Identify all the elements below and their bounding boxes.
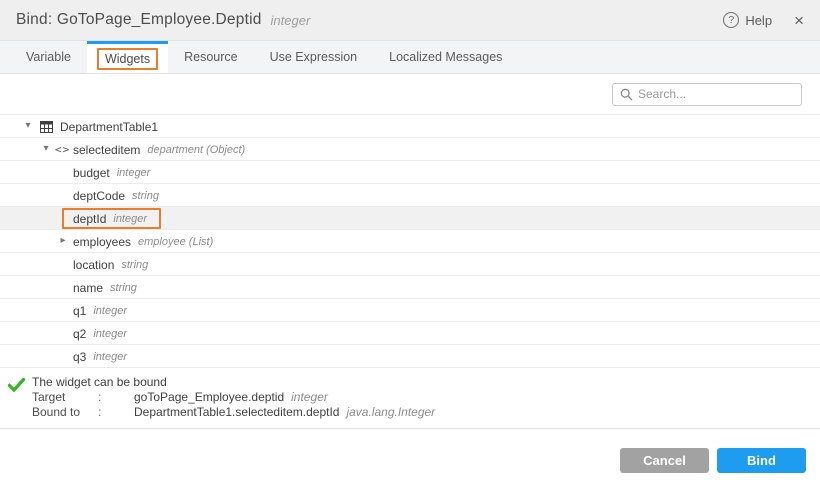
node-label: q1 bbox=[73, 304, 86, 318]
status-row-bound-to: Bound to:DepartmentTable1.selecteditem.d… bbox=[0, 405, 820, 420]
status-value-type: integer bbox=[291, 390, 328, 405]
node-label-wrap: selecteditem department (Object) bbox=[73, 138, 245, 161]
annotation-box: deptId integer bbox=[62, 208, 161, 229]
status-value-type: java.lang.Integer bbox=[346, 405, 435, 420]
node-label: budget bbox=[73, 166, 110, 180]
search-icon bbox=[620, 88, 633, 101]
tree-row-q2[interactable]: q2 integer bbox=[0, 322, 820, 345]
status-label: Bound to bbox=[0, 405, 98, 420]
node-type: integer bbox=[113, 213, 147, 225]
table-icon bbox=[40, 115, 53, 138]
status-value: goToPage_Employee.deptid bbox=[134, 390, 284, 405]
node-label-wrap: name string bbox=[73, 276, 137, 299]
bind-button[interactable]: Bind bbox=[717, 448, 806, 473]
node-label-wrap: q2 integer bbox=[73, 322, 127, 345]
tree-row-location[interactable]: location string bbox=[0, 253, 820, 276]
help-button[interactable]: ? Help bbox=[723, 12, 772, 28]
caret-right-icon[interactable]: ▸ bbox=[57, 230, 69, 252]
status-colon: : bbox=[98, 390, 134, 405]
cancel-button[interactable]: Cancel bbox=[620, 448, 709, 473]
node-label: q2 bbox=[73, 327, 86, 341]
node-label-wrap: location string bbox=[73, 253, 148, 276]
search-row bbox=[0, 74, 820, 114]
tab-resource[interactable]: Resource bbox=[168, 41, 254, 73]
node-label-wrap: q1 integer bbox=[73, 299, 127, 322]
node-label-wrap: budget integer bbox=[73, 161, 150, 184]
close-icon[interactable]: × bbox=[794, 12, 804, 29]
node-label: DepartmentTable1 bbox=[60, 120, 158, 134]
node-type: string bbox=[121, 259, 148, 271]
status-value: DepartmentTable1.selecteditem.deptId bbox=[134, 405, 339, 420]
caret-down-icon[interactable]: ▾ bbox=[40, 138, 52, 160]
tree-row-budget[interactable]: budget integer bbox=[0, 161, 820, 184]
node-label: name bbox=[73, 281, 103, 295]
tree-row-DepartmentTable1[interactable]: ▾ DepartmentTable1 bbox=[0, 115, 820, 138]
bind-status: The widget can be bound Target:goToPage_… bbox=[0, 368, 820, 429]
caret-down-icon[interactable]: ▾ bbox=[22, 115, 34, 137]
node-label-wrap: DepartmentTable1 bbox=[60, 115, 158, 138]
tab-label: Widgets bbox=[97, 48, 158, 70]
tree-row-q1[interactable]: q1 integer bbox=[0, 299, 820, 322]
tree-row-employees[interactable]: ▸ employees employee (List) bbox=[0, 230, 820, 253]
dialog-title: Bind: GoToPage_Employee.Deptid bbox=[16, 11, 262, 29]
tab-localized-messages[interactable]: Localized Messages bbox=[373, 41, 518, 73]
dialog-header: Bind: GoToPage_Employee.Deptid integer ?… bbox=[0, 0, 820, 41]
search-input[interactable] bbox=[638, 87, 794, 101]
tab-label: Use Expression bbox=[270, 50, 358, 64]
node-label: employees bbox=[73, 235, 131, 249]
node-label: q3 bbox=[73, 350, 86, 364]
dialog-title-type: integer bbox=[271, 13, 311, 28]
help-icon: ? bbox=[723, 12, 739, 28]
node-label: deptId bbox=[73, 212, 106, 226]
object-icon: <> bbox=[55, 138, 70, 161]
search-box[interactable] bbox=[612, 83, 802, 106]
node-label-wrap: q3 integer bbox=[73, 345, 127, 368]
node-type: department (Object) bbox=[147, 144, 245, 156]
node-label: deptCode bbox=[73, 189, 125, 203]
tree-row-name[interactable]: name string bbox=[0, 276, 820, 299]
node-type: integer bbox=[93, 305, 127, 317]
node-label: selecteditem bbox=[73, 143, 140, 157]
status-message: The widget can be bound bbox=[0, 375, 820, 390]
button-bar: Cancel Bind bbox=[0, 431, 820, 487]
tab-variable[interactable]: Variable bbox=[10, 41, 87, 73]
tab-label: Localized Messages bbox=[389, 50, 502, 64]
binding-tree: ▾DepartmentTable1▾<>selecteditemdepartme… bbox=[0, 114, 820, 368]
node-label-wrap: employees employee (List) bbox=[73, 230, 213, 253]
tab-widgets[interactable]: Widgets bbox=[87, 41, 168, 73]
help-label: Help bbox=[745, 13, 772, 28]
tab-label: Resource bbox=[184, 50, 238, 64]
node-type: integer bbox=[117, 167, 151, 179]
tree-row-deptId[interactable]: deptId integer bbox=[0, 207, 820, 230]
node-type: integer bbox=[93, 351, 127, 363]
tree-row-q3[interactable]: q3 integer bbox=[0, 345, 820, 368]
tree-row-selecteditem[interactable]: ▾<>selecteditem department (Object) bbox=[0, 138, 820, 161]
node-type: integer bbox=[93, 328, 127, 340]
status-label: Target bbox=[0, 390, 98, 405]
node-type: string bbox=[110, 282, 137, 294]
node-label-wrap: deptCode string bbox=[73, 184, 159, 207]
tab-strip: Variable Widgets Resource Use Expression Loc… bbox=[0, 41, 820, 74]
node-label: location bbox=[73, 258, 114, 272]
status-row-target: Target:goToPage_Employee.deptid integer bbox=[0, 390, 820, 405]
tab-use-expression[interactable]: Use Expression bbox=[254, 41, 374, 73]
check-icon bbox=[8, 378, 25, 392]
node-type: string bbox=[132, 190, 159, 202]
tab-label: Variable bbox=[26, 50, 71, 64]
node-type: employee (List) bbox=[138, 236, 213, 248]
tree-row-deptCode[interactable]: deptCode string bbox=[0, 184, 820, 207]
status-colon: : bbox=[98, 405, 134, 420]
